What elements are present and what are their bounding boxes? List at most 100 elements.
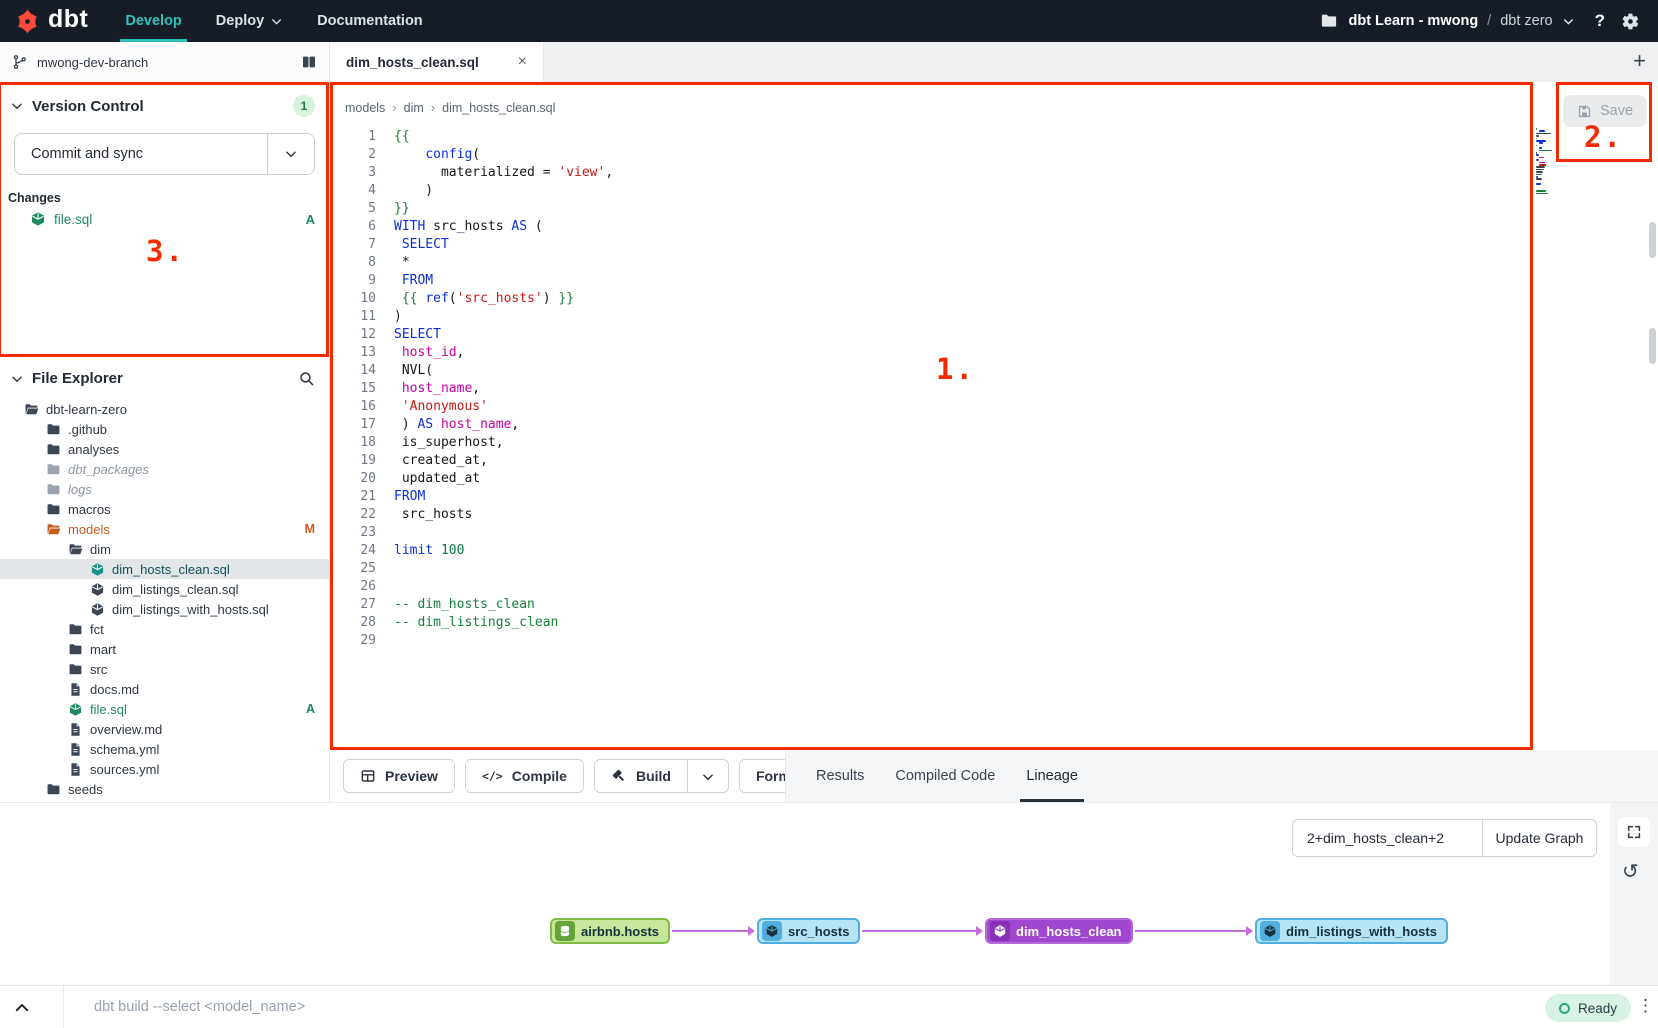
line-number: 22 bbox=[330, 506, 376, 524]
commit-options-dropdown[interactable] bbox=[267, 134, 314, 174]
tab-results[interactable]: Results bbox=[814, 750, 866, 802]
line-content: host_id, bbox=[376, 344, 464, 362]
lineage-node-dim-listings-with-hosts[interactable]: dim_listings_with_hosts bbox=[1255, 918, 1448, 944]
new-tab-button[interactable]: + bbox=[1633, 48, 1646, 74]
tree-item-src[interactable]: src bbox=[0, 659, 329, 679]
build-options-dropdown[interactable] bbox=[688, 759, 729, 793]
result-tabs: Results Compiled Code Lineage bbox=[785, 750, 1658, 802]
database-icon bbox=[555, 921, 575, 941]
status-bar: Ready ⋮ bbox=[0, 985, 1658, 1028]
tree-item-overview-md[interactable]: overview.md bbox=[0, 719, 329, 739]
nav-item-deploy[interactable]: Deploy bbox=[199, 0, 300, 42]
breadcrumb-item[interactable]: dim_hosts_clean.sql bbox=[442, 101, 555, 115]
git-branch-icon bbox=[12, 54, 28, 70]
edge-arrowhead bbox=[976, 926, 983, 936]
tree-item-dim-hosts-clean-sql[interactable]: dim_hosts_clean.sql bbox=[0, 559, 329, 579]
chevron-down-icon[interactable] bbox=[10, 99, 24, 113]
help-button[interactable]: ? bbox=[1595, 11, 1605, 31]
editor-tab-bar: dim_hosts_clean.sql × + bbox=[330, 42, 1658, 82]
command-input[interactable] bbox=[80, 992, 1488, 1022]
nav-item-documentation[interactable]: Documentation bbox=[300, 0, 440, 42]
search-icon[interactable] bbox=[298, 370, 315, 387]
line-number: 28 bbox=[330, 614, 376, 632]
project-switcher[interactable]: dbt Learn - mwong / dbt zero bbox=[1348, 13, 1574, 29]
tree-item-dim-listings-with-hosts-sql[interactable]: dim_listings_with_hosts.sql bbox=[0, 599, 329, 619]
code-line: 2 config( bbox=[330, 146, 1598, 164]
minimap-line bbox=[1539, 164, 1546, 166]
chevron-down-icon[interactable] bbox=[10, 372, 24, 386]
minimap-line bbox=[1536, 159, 1539, 161]
breadcrumb-item[interactable]: dim bbox=[404, 101, 424, 115]
scrollbar-thumb[interactable] bbox=[1649, 222, 1656, 258]
preview-button[interactable]: Preview bbox=[343, 759, 455, 793]
tree-item-fct[interactable]: fct bbox=[0, 619, 329, 639]
code-line: 23 bbox=[330, 524, 1598, 542]
tree-item-name: analyses bbox=[68, 442, 119, 457]
tree-item-sources-yml[interactable]: sources.yml bbox=[0, 759, 329, 779]
code-line: 22 src_hosts bbox=[330, 506, 1598, 524]
tree-item-macros[interactable]: macros bbox=[0, 499, 329, 519]
folder-open-icon bbox=[46, 522, 61, 537]
minimap-line bbox=[1536, 169, 1544, 171]
close-icon[interactable]: × bbox=[518, 53, 527, 71]
minimap-line bbox=[1536, 152, 1537, 154]
minimap-line bbox=[1536, 138, 1537, 140]
breadcrumb-item[interactable]: models bbox=[345, 101, 385, 115]
lineage-edge bbox=[1135, 930, 1246, 932]
lineage-edge bbox=[672, 930, 748, 932]
tree-item-logs[interactable]: logs bbox=[0, 479, 329, 499]
code-area[interactable]: 1{{2 config(3 materialized = 'view',4 )5… bbox=[330, 128, 1598, 750]
tab-lineage[interactable]: Lineage bbox=[1024, 750, 1080, 802]
dbt-logo-icon bbox=[14, 8, 41, 35]
tab-compiled-code[interactable]: Compiled Code bbox=[893, 750, 997, 802]
code-line: 6WITH src_hosts AS ( bbox=[330, 218, 1598, 236]
build-button[interactable]: Build bbox=[594, 759, 688, 793]
tree-item-name: fct bbox=[90, 622, 104, 637]
nav-item-develop[interactable]: Develop bbox=[108, 0, 198, 42]
tree-item-dbt-packages[interactable]: dbt_packages bbox=[0, 459, 329, 479]
minimap-line bbox=[1539, 162, 1545, 164]
commit-and-sync-button[interactable]: Commit and sync bbox=[14, 133, 315, 175]
scrollbar-thumb[interactable] bbox=[1649, 328, 1656, 364]
cube-icon bbox=[90, 602, 105, 617]
tree-item-models[interactable]: modelsM bbox=[0, 519, 329, 539]
chevron-up-icon[interactable] bbox=[13, 999, 31, 1017]
changed-file-row[interactable]: file.sqlA bbox=[0, 205, 329, 227]
tree-item-file-sql[interactable]: file.sqlA bbox=[0, 699, 329, 719]
tree-item-analyses[interactable]: analyses bbox=[0, 439, 329, 459]
line-content: -- dim_hosts_clean bbox=[376, 596, 535, 614]
tree-item-docs-md[interactable]: docs.md bbox=[0, 679, 329, 699]
line-number: 12 bbox=[330, 326, 376, 344]
editor-scrollbar[interactable] bbox=[1649, 82, 1656, 750]
tree-item-seeds[interactable]: seeds bbox=[0, 779, 329, 799]
docs-book-icon[interactable] bbox=[301, 54, 317, 70]
project-name: dbt Learn - mwong bbox=[1348, 13, 1478, 29]
tree-item-dim[interactable]: dim bbox=[0, 539, 329, 559]
tree-item--github[interactable]: .github bbox=[0, 419, 329, 439]
gear-icon[interactable] bbox=[1621, 12, 1640, 31]
lineage-node-dim-hosts-clean[interactable]: dim_hosts_clean bbox=[985, 918, 1133, 944]
line-content: is_superhost, bbox=[376, 434, 504, 452]
tab-dim-hosts-clean[interactable]: dim_hosts_clean.sql × bbox=[330, 42, 544, 82]
tree-item-dbt-learn-zero[interactable]: dbt-learn-zero bbox=[0, 399, 329, 419]
branch-name[interactable]: mwong-dev-branch bbox=[37, 55, 292, 70]
kebab-menu-icon[interactable]: ⋮ bbox=[1637, 996, 1654, 1016]
changed-file-name: file.sql bbox=[54, 212, 298, 227]
save-button[interactable]: Save bbox=[1563, 95, 1647, 127]
changes-list: file.sqlA bbox=[0, 205, 329, 227]
cube-icon bbox=[90, 582, 105, 597]
folder-open-icon bbox=[24, 402, 39, 417]
lineage-node-airbnb-hosts[interactable]: airbnb.hosts bbox=[550, 918, 670, 944]
tree-item-mart[interactable]: mart bbox=[0, 639, 329, 659]
changes-label: Changes bbox=[8, 191, 329, 205]
code-line: 11) bbox=[330, 308, 1598, 326]
code-line: 17 ) AS host_name, bbox=[330, 416, 1598, 434]
compile-button[interactable]: </>Compile bbox=[465, 759, 584, 793]
tree-item-schema-yml[interactable]: schema.yml bbox=[0, 739, 329, 759]
chevron-down-icon bbox=[270, 15, 283, 28]
tree-item-dim-listings-clean-sql[interactable]: dim_listings_clean.sql bbox=[0, 579, 329, 599]
lineage-node-src-hosts[interactable]: src_hosts bbox=[757, 918, 860, 944]
dbt-logo[interactable]: dbt bbox=[0, 8, 108, 35]
line-number: 14 bbox=[330, 362, 376, 380]
node-label: src_hosts bbox=[788, 924, 849, 939]
